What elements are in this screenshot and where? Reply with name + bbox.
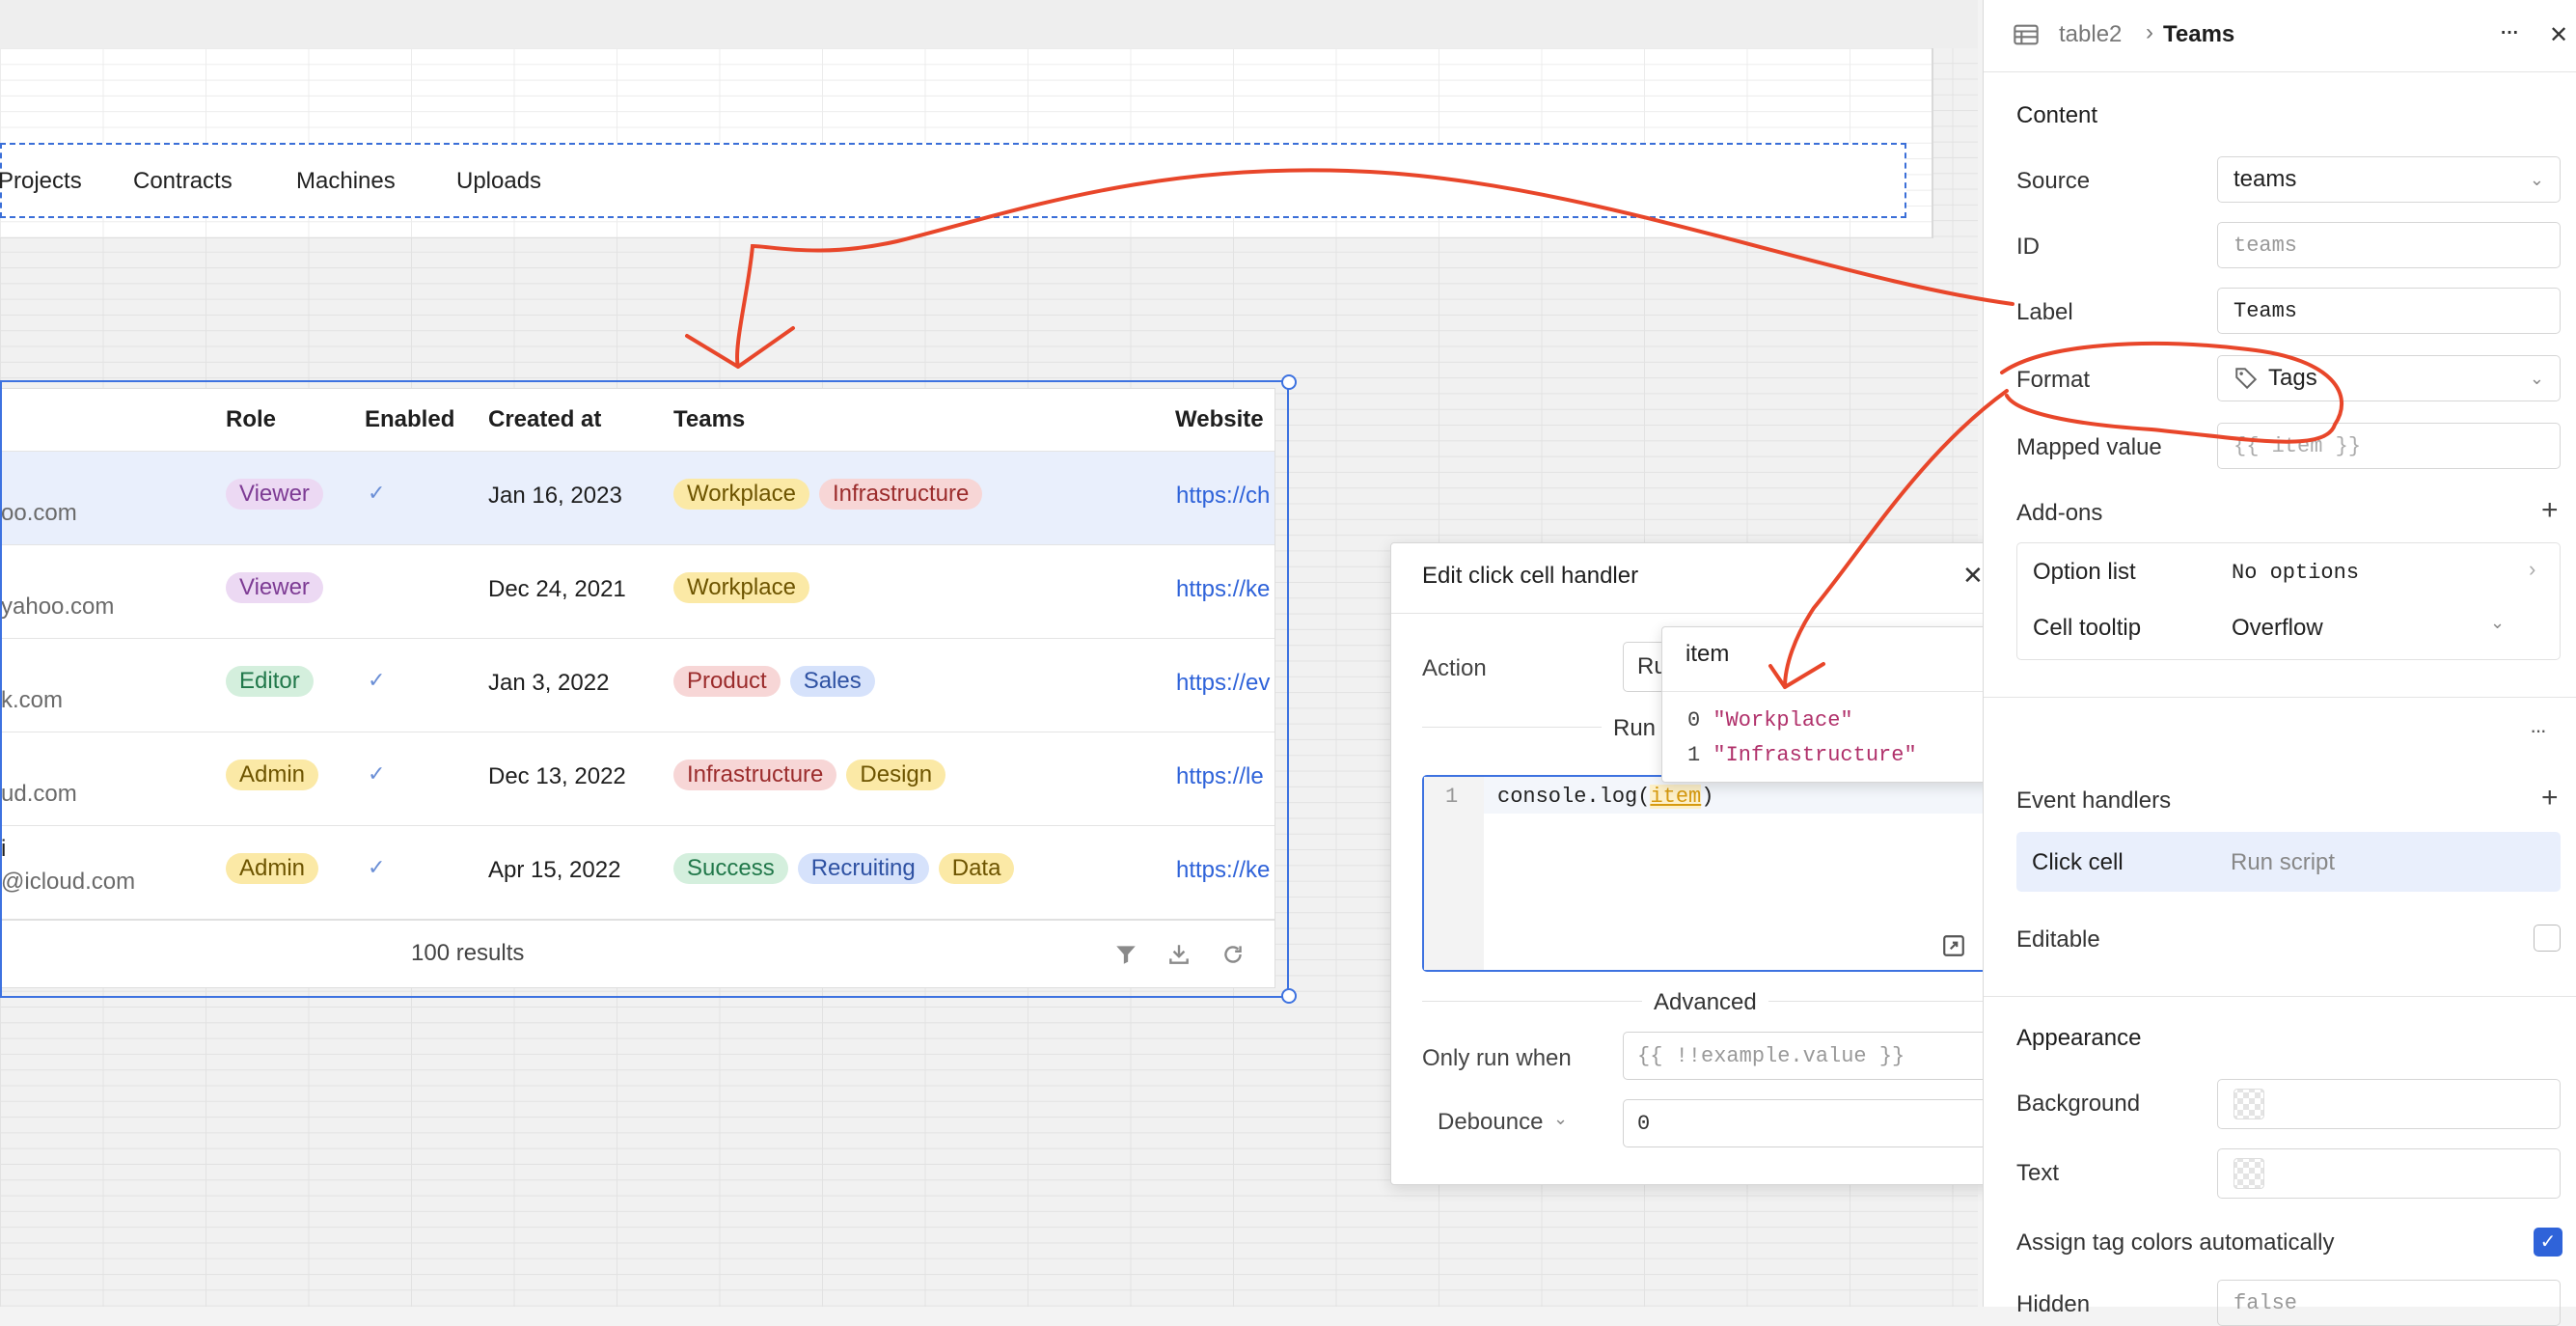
annotation-circle-format: [2000, 342, 2344, 444]
annotation-arrow-label-to-teams: [685, 168, 2014, 369]
annotation-arrow-format-to-item: [1768, 389, 2009, 689]
annotation-overlay: [685, 168, 2344, 689]
